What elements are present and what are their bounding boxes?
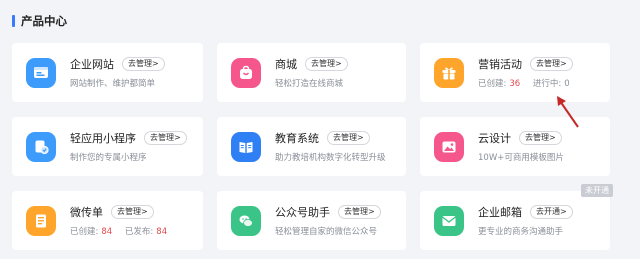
- published-label: 已发布:: [124, 227, 154, 237]
- mail-icon: [434, 205, 464, 236]
- card-name: 教育系统: [275, 132, 319, 145]
- card-official-account[interactable]: 公众号助手 去管理> 轻松管理自家的微信公众号: [217, 191, 406, 250]
- section-title: 产品中心: [12, 13, 67, 29]
- manage-button[interactable]: 去管理>: [530, 57, 573, 71]
- card-desc: 10W+可商用模板图片: [478, 153, 564, 163]
- card-desc: 轻松打造在线商城: [275, 79, 344, 89]
- manage-button[interactable]: 去管理>: [305, 57, 348, 71]
- card-desc: 更专业的商务沟通助手: [478, 227, 564, 237]
- shop-bag-icon: [231, 57, 261, 88]
- created-count: 36: [509, 79, 521, 89]
- card-website[interactable]: 企业网站 去管理> 网站制作、维护都简单: [12, 43, 203, 102]
- card-desc: 网站制作、维护都简单: [70, 79, 156, 89]
- ongoing-count: 0: [564, 79, 570, 89]
- card-stats: 已创建: 84 已发布: 84: [70, 225, 167, 237]
- activate-button[interactable]: 去开通>: [530, 205, 573, 219]
- card-name: 微传单: [70, 206, 103, 219]
- card-name: 企业网站: [70, 58, 114, 71]
- published-count: 84: [156, 227, 168, 237]
- card-name: 营销活动: [478, 58, 522, 71]
- manage-button[interactable]: 去管理>: [122, 57, 165, 71]
- card-desc: 制作您的专属小程序: [70, 153, 147, 163]
- section-title-text: 产品中心: [21, 14, 67, 28]
- card-education[interactable]: 教育系统 去管理> 助力教培机构数字化转型升级: [217, 117, 406, 176]
- manage-button[interactable]: 去管理>: [327, 131, 370, 145]
- card-flyer[interactable]: 微传单 去管理> 已创建: 84 已发布: 84: [12, 191, 203, 250]
- card-shop[interactable]: 商城 去管理> 轻松打造在线商城: [217, 43, 406, 102]
- ongoing-label: 进行中:: [532, 79, 562, 89]
- card-marketing[interactable]: 营销活动 去管理> 已创建: 36 进行中: 0: [420, 43, 610, 102]
- manage-button[interactable]: 去管理>: [111, 205, 154, 219]
- miniapp-icon: [26, 131, 56, 162]
- card-miniapp[interactable]: 轻应用小程序 去管理> 制作您的专属小程序: [12, 117, 203, 176]
- flyer-icon: [26, 205, 56, 236]
- product-grid: 企业网站 去管理> 网站制作、维护都简单 商城 去管理> 轻松打造在线商城 营销…: [12, 43, 613, 250]
- card-name: 轻应用小程序: [70, 132, 136, 145]
- card-desc: 轻松管理自家的微信公众号: [275, 227, 378, 237]
- card-desc: 助力教培机构数字化转型升级: [275, 153, 386, 163]
- card-cloud-design[interactable]: 云设计 去管理> 10W+可商用模板图片: [420, 117, 610, 176]
- book-icon: [231, 131, 261, 162]
- created-count: 84: [101, 227, 113, 237]
- card-name: 商城: [275, 58, 297, 71]
- gift-icon: [434, 57, 464, 88]
- wechat-icon: [231, 205, 261, 236]
- manage-button[interactable]: 去管理>: [338, 205, 381, 219]
- title-accent-bar: [12, 15, 15, 27]
- card-name: 公众号助手: [275, 206, 330, 219]
- card-name: 云设计: [478, 132, 511, 145]
- card-name: 企业邮箱: [478, 206, 522, 219]
- created-label: 已创建:: [478, 79, 507, 89]
- not-activated-badge: 未开通: [581, 184, 613, 197]
- image-icon: [434, 131, 464, 162]
- card-enterprise-mail[interactable]: 未开通 企业邮箱 去开通> 更专业的商务沟通助手: [420, 184, 613, 250]
- manage-button[interactable]: 去管理>: [519, 131, 562, 145]
- created-label: 已创建:: [70, 227, 99, 237]
- manage-button[interactable]: 去管理>: [144, 131, 187, 145]
- website-icon: [26, 57, 56, 88]
- card-stats: 已创建: 36 进行中: 0: [478, 77, 573, 89]
